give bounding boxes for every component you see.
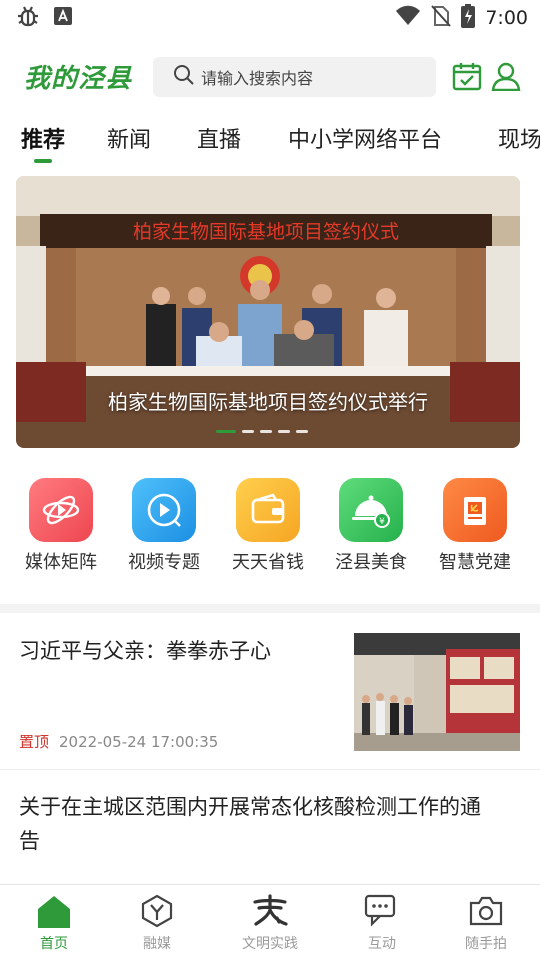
tab-indicator bbox=[34, 159, 52, 163]
tab-news[interactable]: 新闻 bbox=[107, 122, 151, 154]
quick-entry-party-building[interactable]: 智慧党建 bbox=[423, 478, 527, 574]
status-time: 7:00 bbox=[485, 7, 528, 29]
wallet-icon bbox=[236, 478, 300, 542]
news-date: 2022-05-24 17:00:35 bbox=[59, 732, 219, 751]
nav-snapshot[interactable]: 随手拍 bbox=[432, 893, 540, 953]
category-tabs: 推荐 新闻 直播 中小学网络平台 现场 bbox=[0, 118, 540, 166]
a-icon bbox=[54, 7, 72, 29]
nav-label: 随手拍 bbox=[465, 936, 507, 952]
search-icon bbox=[173, 64, 195, 90]
tab-scene[interactable]: 现场 bbox=[498, 122, 540, 154]
battery-charging-icon bbox=[461, 4, 476, 32]
food-cloche-icon: ¥ bbox=[339, 478, 403, 542]
pinned-tag: 置顶 bbox=[19, 733, 50, 751]
quick-entry-local-food[interactable]: ¥ 泾县美食 bbox=[319, 478, 423, 574]
banner-caption: 柏家生物国际基地项目签约仪式举行 bbox=[108, 390, 428, 414]
camera-icon bbox=[432, 893, 540, 929]
carousel-dot[interactable] bbox=[216, 430, 236, 433]
quick-entry-label: 媒体矩阵 bbox=[25, 552, 97, 573]
carousel-dots bbox=[216, 430, 308, 433]
bottom-nav: 首页 融媒 文明实践 互动 随手拍 bbox=[0, 884, 540, 960]
svg-text:¥: ¥ bbox=[379, 517, 385, 527]
chat-bubble-icon bbox=[328, 893, 436, 929]
status-bar: 7:00 bbox=[0, 0, 540, 36]
app-logo[interactable]: 我的泾县 bbox=[24, 58, 132, 95]
nav-civilization-practice[interactable]: 文明实践 bbox=[216, 893, 324, 953]
news-item[interactable]: 习近平与父亲：拳拳赤子心 置顶 2022-05-24 17:00:35 bbox=[0, 614, 540, 770]
tab-live[interactable]: 直播 bbox=[197, 122, 241, 154]
banner-signboard-text: 柏家生物国际基地项目签约仪式 bbox=[133, 221, 399, 243]
nav-label: 首页 bbox=[40, 936, 68, 952]
search-placeholder: 请输入搜索内容 bbox=[201, 69, 314, 88]
nav-home[interactable]: 首页 bbox=[0, 893, 108, 953]
quick-entry-label: 智慧党建 bbox=[439, 552, 511, 573]
quick-entry-label: 视频专题 bbox=[128, 552, 200, 573]
hexagon-y-icon bbox=[103, 893, 211, 929]
nav-label: 融媒 bbox=[143, 936, 171, 952]
no-sim-icon bbox=[431, 5, 452, 31]
quick-entry-save-money[interactable]: 天天省钱 bbox=[216, 478, 320, 574]
nav-media[interactable]: 融媒 bbox=[103, 893, 211, 953]
user-icon[interactable] bbox=[491, 61, 521, 95]
nav-label: 互动 bbox=[368, 936, 396, 952]
wifi-icon bbox=[395, 5, 421, 31]
news-meta: 置顶 2022-05-24 17:00:35 bbox=[19, 731, 218, 752]
carousel-dot[interactable] bbox=[260, 430, 272, 433]
news-title: 习近平与父亲：拳拳赤子心 bbox=[19, 639, 271, 663]
media-matrix-icon bbox=[29, 478, 93, 542]
news-title-line-1: 关于在主城区范围内开展常态化核酸检测工作的通 bbox=[19, 795, 481, 819]
carousel-dot[interactable] bbox=[242, 430, 254, 433]
party-building-icon bbox=[443, 478, 507, 542]
carousel-dot[interactable] bbox=[296, 430, 308, 433]
app-header: 我的泾县 请输入搜索内容 bbox=[0, 52, 540, 102]
tab-school-platform[interactable]: 中小学网络平台 bbox=[288, 122, 442, 154]
news-thumbnail bbox=[354, 633, 520, 751]
search-input[interactable]: 请输入搜索内容 bbox=[153, 57, 436, 97]
video-play-icon bbox=[132, 478, 196, 542]
quick-entry-label: 天天省钱 bbox=[232, 552, 304, 573]
banner-carousel[interactable]: 柏家生物国际基地项目签约仪式 柏家生物国际基地项目签约仪式举行 bbox=[16, 176, 520, 448]
home-icon bbox=[0, 893, 108, 929]
tab-recommend[interactable]: 推荐 bbox=[21, 122, 65, 154]
quick-entry-video-topics[interactable]: 视频专题 bbox=[112, 478, 216, 574]
carousel-dot[interactable] bbox=[278, 430, 290, 433]
bug-icon bbox=[16, 4, 40, 32]
quick-entry-media-matrix[interactable]: 媒体矩阵 bbox=[9, 478, 113, 574]
news-item[interactable]: 关于在主城区范围内开展常态化核酸检测工作的通 告 bbox=[0, 786, 540, 882]
nav-label: 文明实践 bbox=[242, 936, 298, 952]
news-title-line-2: 告 bbox=[19, 829, 40, 853]
calendar-check-icon[interactable] bbox=[452, 61, 482, 95]
quick-entry-label: 泾县美食 bbox=[335, 552, 407, 573]
section-divider bbox=[0, 604, 540, 613]
quick-entry-grid: 媒体矩阵 视频专题 天天省钱 ¥ 泾县美食 智慧党建 bbox=[0, 478, 540, 578]
civilization-practice-icon bbox=[216, 893, 324, 929]
nav-interaction[interactable]: 互动 bbox=[328, 893, 436, 953]
